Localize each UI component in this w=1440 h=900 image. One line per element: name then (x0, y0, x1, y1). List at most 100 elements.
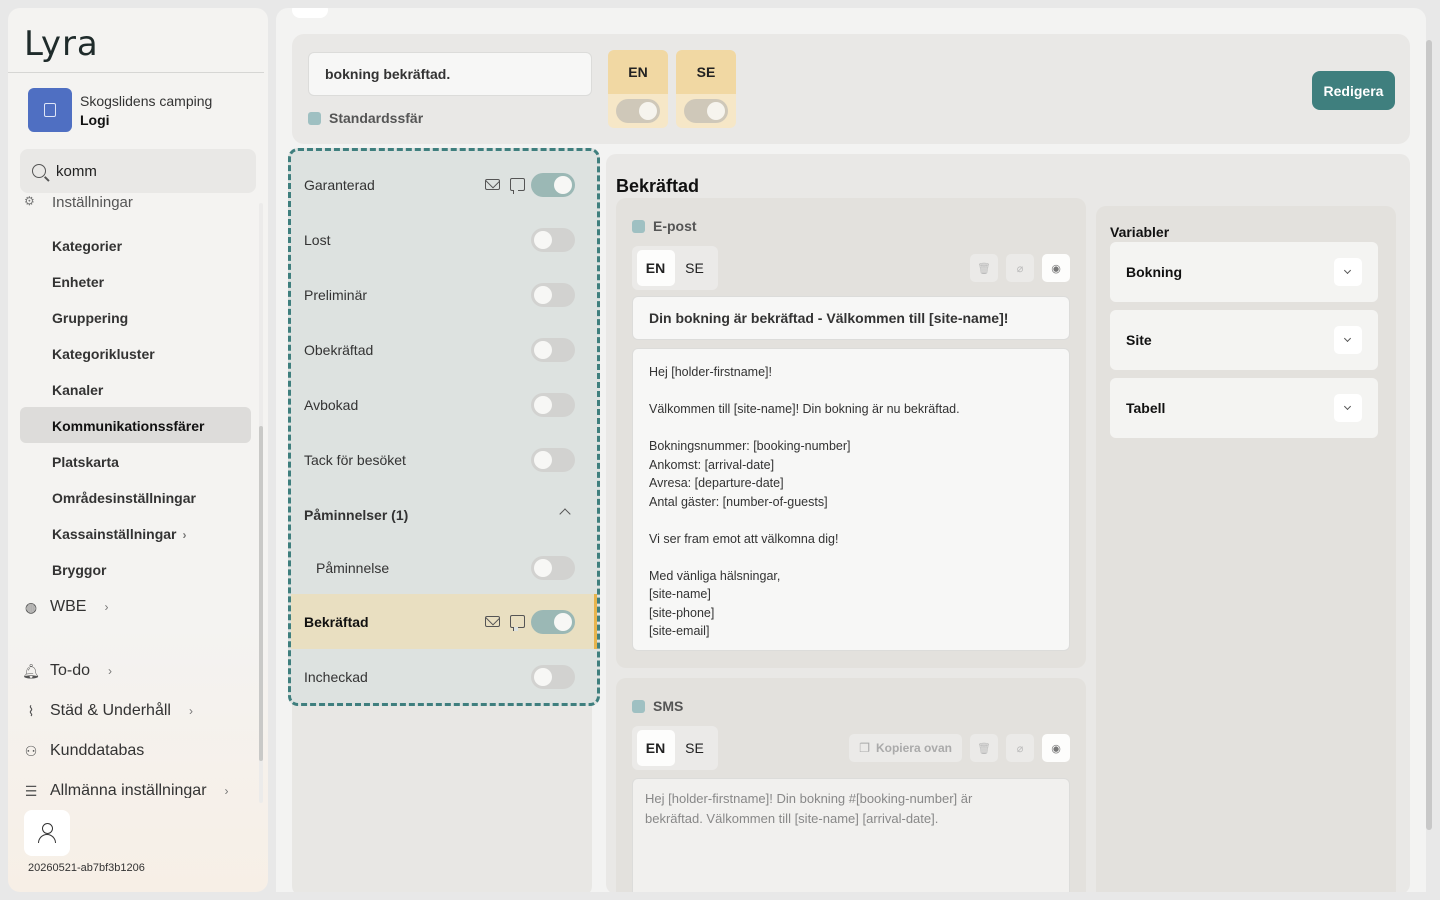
status-detail: Bekräftad E-post EN SE 🗑︎ ⌀ ◉ Din boknin… (606, 154, 1410, 892)
lang-se-toggle[interactable] (684, 99, 728, 123)
variable-site[interactable]: Site (1110, 310, 1378, 370)
users-icon: ⚇ (24, 742, 38, 759)
sidebar-search[interactable] (20, 149, 256, 193)
body-line: Hej [holder-firstname]! (649, 365, 772, 379)
paperclip-icon[interactable]: ⌀ (1006, 734, 1034, 762)
variable-label: Tabell (1126, 400, 1166, 416)
sidebar-item-label: Kassainställningar (52, 526, 177, 542)
sidebar-item-kommunikationssfarer[interactable]: Kommunikationssfärer (52, 418, 204, 434)
email-body[interactable]: Hej [holder-firstname]! Välkommen till [… (632, 348, 1070, 651)
copy-above-button[interactable]: ❐ Kopiera ovan (849, 734, 962, 762)
sidebar-item-omradesinstallningar[interactable]: Områdesinställningar (52, 490, 196, 506)
chevron-down-icon[interactable] (1334, 394, 1362, 422)
sidebar-item-wbe[interactable]: ◍ WBE › (24, 598, 109, 616)
sidebar-item-label: Allmänna inställningar (50, 782, 207, 798)
status-row-garanterad[interactable]: Garanterad (291, 157, 597, 212)
body-line: Ankomst: [arrival-date] (649, 457, 775, 472)
email-subject[interactable]: Din bokning är bekräftad - Välkommen til… (632, 296, 1070, 340)
status-toggle[interactable] (531, 172, 575, 197)
copy-icon: ❐ (859, 741, 870, 755)
sidebar-item-kanaler[interactable]: Kanaler (52, 382, 103, 398)
standard-sphere-checkbox[interactable]: Standardssfär (308, 110, 423, 126)
paperclip-icon[interactable]: ⌀ (1006, 254, 1034, 282)
status-toggle[interactable] (531, 447, 575, 472)
chevron-down-icon[interactable] (1334, 258, 1362, 286)
status-row-paminnelse[interactable]: Påminnelse (291, 540, 597, 595)
status-toggle[interactable] (531, 609, 575, 634)
site-selector[interactable]: Skogslidens camping Logi (28, 88, 212, 132)
tab-se[interactable]: SE (676, 250, 714, 286)
status-row-preliminar[interactable]: Preliminär (291, 267, 597, 322)
sidebar-item-kategorikluster[interactable]: Kategorikluster (52, 346, 155, 362)
sphere-name-input[interactable] (308, 52, 592, 96)
chevron-up-icon[interactable] (559, 508, 571, 520)
sidebar-item-kassainstallningar[interactable]: Kassainställningar › (52, 526, 187, 542)
sidebar-item-installningar[interactable]: Inställningar (52, 194, 133, 211)
eye-icon[interactable]: ◉ (1042, 734, 1070, 762)
status-group-paminnelser[interactable]: Påminnelser (1) (291, 487, 597, 542)
lyra-logo[interactable]: Lyra (24, 24, 99, 64)
user-profile-button[interactable] (24, 810, 70, 856)
sidebar-scrollbar[interactable] (259, 426, 263, 761)
variable-tabell[interactable]: Tabell (1110, 378, 1378, 438)
status-row-incheckad[interactable]: Incheckad (291, 649, 597, 703)
sidebar-item-enheter[interactable]: Enheter (52, 274, 104, 290)
email-tools: 🗑︎ ⌀ ◉ (970, 254, 1070, 282)
site-name: Skogslidens camping (80, 92, 213, 109)
sidebar-item-todo[interactable]: 🔔︎ To-do › (22, 662, 112, 680)
sidebar-item-gruppering[interactable]: Gruppering (52, 310, 128, 326)
detail-title: Bekräftad (616, 176, 700, 196)
lang-en-label: EN (608, 50, 668, 94)
sidebar-item-kategorier[interactable]: Kategorier (52, 238, 122, 254)
body-line: Vi ser fram emot att välkomna dig! (649, 531, 839, 546)
status-toggle[interactable] (531, 664, 575, 689)
tab-se[interactable]: SE (676, 730, 714, 766)
sidebar-item-bryggor[interactable]: Bryggor (52, 562, 106, 578)
chevron-down-icon[interactable] (1334, 326, 1362, 354)
tab-en[interactable]: EN (636, 730, 675, 766)
email-panel: E-post EN SE 🗑︎ ⌀ ◉ Din bokning är bekrä… (616, 198, 1086, 668)
status-row-avbokad[interactable]: Avbokad (291, 377, 597, 432)
status-row-tack[interactable]: Tack för besöket (291, 432, 597, 487)
mail-icon (485, 616, 500, 627)
status-toggle[interactable] (531, 227, 575, 252)
trash-icon[interactable]: 🗑︎ (970, 254, 998, 282)
main-scrollbar[interactable] (1426, 40, 1432, 830)
status-row-lost[interactable]: Lost (291, 212, 597, 267)
chevron-right-icon: › (182, 528, 187, 542)
sms-checkbox[interactable]: SMS (632, 698, 683, 714)
lang-en-toggle[interactable] (616, 99, 660, 123)
variable-bokning[interactable]: Bokning (1110, 242, 1378, 302)
status-label: Preliminär (304, 286, 368, 303)
status-toggle[interactable] (531, 392, 575, 417)
status-row-bekraftad[interactable]: Bekräftad (291, 594, 597, 649)
status-toggle[interactable] (531, 555, 575, 580)
sms-body[interactable]: Hej [holder-firstname]! Din bokning #[bo… (632, 778, 1070, 892)
chat-icon (510, 615, 525, 631)
sidebar-item-customers[interactable]: ⚇ Kunddatabas (24, 742, 145, 760)
edit-button[interactable]: Redigera (1312, 71, 1395, 110)
sidebar-item-label: Städ & Underhåll (50, 702, 171, 719)
body-line: [site-phone] (649, 605, 715, 620)
status-row-obekraftad[interactable]: Obekräftad (291, 322, 597, 377)
search-input[interactable] (56, 162, 236, 180)
sidebar-item-platskarta[interactable]: Platskarta (52, 454, 119, 470)
body-line: Avresa: [departure-date] (649, 476, 784, 490)
sidebar-item-general[interactable]: ☰ Allmänna inställningar › (24, 782, 229, 798)
status-toggle[interactable] (531, 337, 575, 362)
top-tab[interactable] (292, 8, 328, 18)
sms-label: SMS (653, 698, 684, 714)
user-icon (38, 823, 56, 843)
building-icon (28, 88, 72, 132)
broom-icon: ⌇ (27, 702, 35, 719)
eye-icon[interactable]: ◉ (1042, 254, 1070, 282)
sidebar-item-clean[interactable]: ⌇ Städ & Underhåll › (24, 702, 193, 720)
email-checkbox[interactable]: E-post (632, 218, 697, 234)
sms-panel: SMS EN SE ❐ Kopiera ovan 🗑︎ ⌀ ◉ Hej [hold… (616, 678, 1086, 892)
lang-se-box: SE (676, 50, 736, 128)
tab-en[interactable]: EN (636, 250, 675, 286)
status-toggle[interactable] (531, 282, 575, 307)
trash-icon[interactable]: 🗑︎ (970, 734, 998, 762)
gear-icon: ⚙ (24, 194, 35, 208)
site-section: Logi (80, 111, 110, 128)
